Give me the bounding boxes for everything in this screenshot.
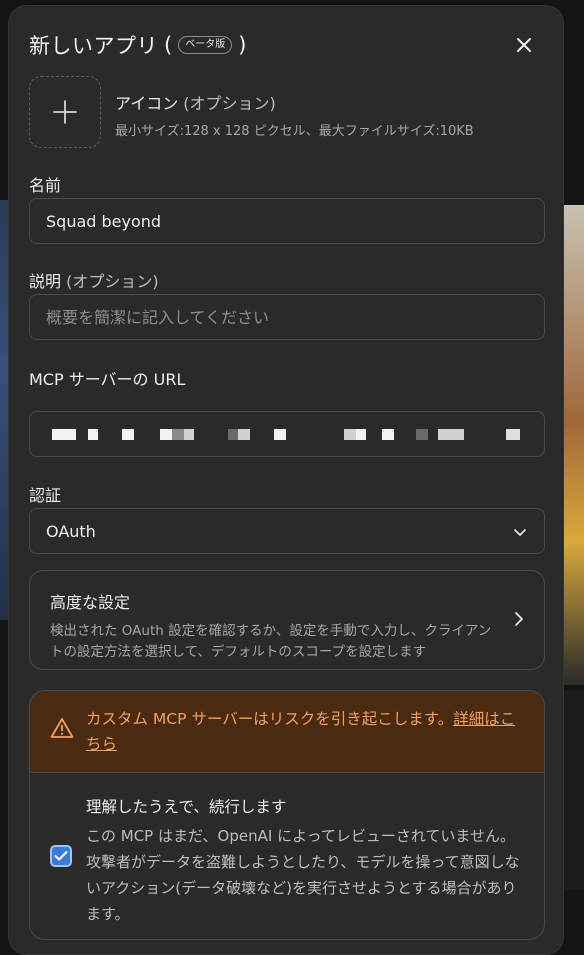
icon-upload-button[interactable] [29,76,101,148]
background-content-right [564,205,584,685]
icon-section-title: アイコン (オプション) [115,90,276,114]
chevron-right-icon [515,612,523,626]
auth-label: 認証 [29,486,62,505]
title-paren-close: ) [238,33,247,57]
acknowledge-description: この MCP はまだ、OpenAI によってレビューされていません。攻撃者がデー… [86,827,520,923]
checkmark-icon [54,851,68,861]
risk-warning-panel: カスタム MCP サーバーはリスクを引き起こします。詳細はこちら 理解したうえで… [29,690,545,940]
acknowledge-checkbox[interactable] [50,845,72,867]
url-redacted-value [46,428,520,440]
background-content-right-lower [564,690,584,890]
acknowledge-title: 理解したうえで、続行します [86,798,287,816]
name-label: 名前 [29,176,62,195]
icon-size-hint: 最小サイズ:128 x 128 ピクセル、最大ファイルサイズ:10KB [115,124,474,139]
title-paren-open: ( [164,33,173,57]
close-icon [517,38,531,52]
auth-select[interactable]: OAuth [29,508,545,554]
advanced-settings-button[interactable]: 高度な設定 検出された OAuth 設定を確認するか、設定を手動で入力し、クライ… [29,570,545,670]
acknowledge-section: 理解したうえで、続行します この MCP はまだ、OpenAI によってレビュー… [30,773,544,927]
new-app-dialog: 新しいアプリ ( ベータ版 ) アイコン (オプション) 最小サイズ:128 x… [8,5,564,955]
warning-banner: カスタム MCP サーバーはリスクを引き起こします。詳細はこちら [30,691,544,773]
advanced-settings-description: 検出された OAuth 設定を確認するか、設定を手動で入力し、クライアントの設定… [50,623,492,660]
dialog-title: 新しいアプリ [29,34,158,58]
auth-selected-value: OAuth [46,521,96,541]
description-input[interactable] [29,294,545,340]
close-button[interactable] [511,32,537,58]
url-input[interactable] [29,411,545,457]
dialog-header: 新しいアプリ ( ベータ版 ) [29,28,543,62]
description-optional-label: (オプション) [66,272,159,291]
name-input[interactable] [29,198,545,244]
warning-text: カスタム MCP サーバーはリスクを引き起こします。 [86,710,454,728]
advanced-settings-title: 高度な設定 [50,593,131,612]
description-label: 説明 [29,272,62,291]
icon-optional-label: (オプション) [183,94,276,113]
warning-message: カスタム MCP サーバーはリスクを引き起こします。詳細はこちら [86,707,524,757]
chevron-down-icon [514,529,526,536]
url-label: MCP サーバーの URL [29,370,186,389]
plus-icon [53,100,77,124]
beta-badge: ベータ版 [178,36,233,54]
description-label-group: 説明 (オプション) [29,268,159,292]
warning-triangle-icon [50,718,74,738]
icon-label: アイコン [115,94,179,113]
